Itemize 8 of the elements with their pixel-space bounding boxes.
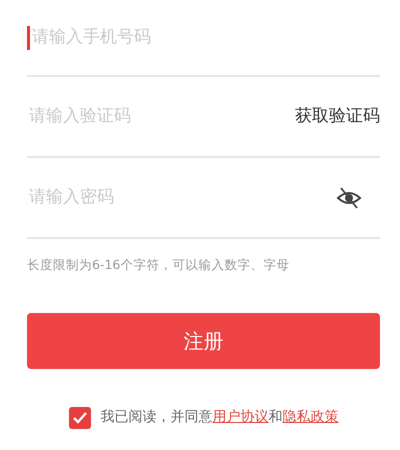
agreement-link[interactable]: 用户协议: [212, 409, 268, 426]
checkbox[interactable]: [68, 406, 90, 429]
get-code-button[interactable]: 获取验证码: [295, 104, 380, 130]
register-button[interactable]: 注册: [27, 312, 380, 369]
hint-text: 长度限制为6-16个字符，可以输入数字、字母: [27, 256, 290, 274]
check-icon: [72, 410, 88, 425]
agreement-link[interactable]: 隐私政策: [282, 409, 338, 426]
agreement-text: 我已阅读，并同意用户协议和隐私政策: [100, 408, 338, 428]
